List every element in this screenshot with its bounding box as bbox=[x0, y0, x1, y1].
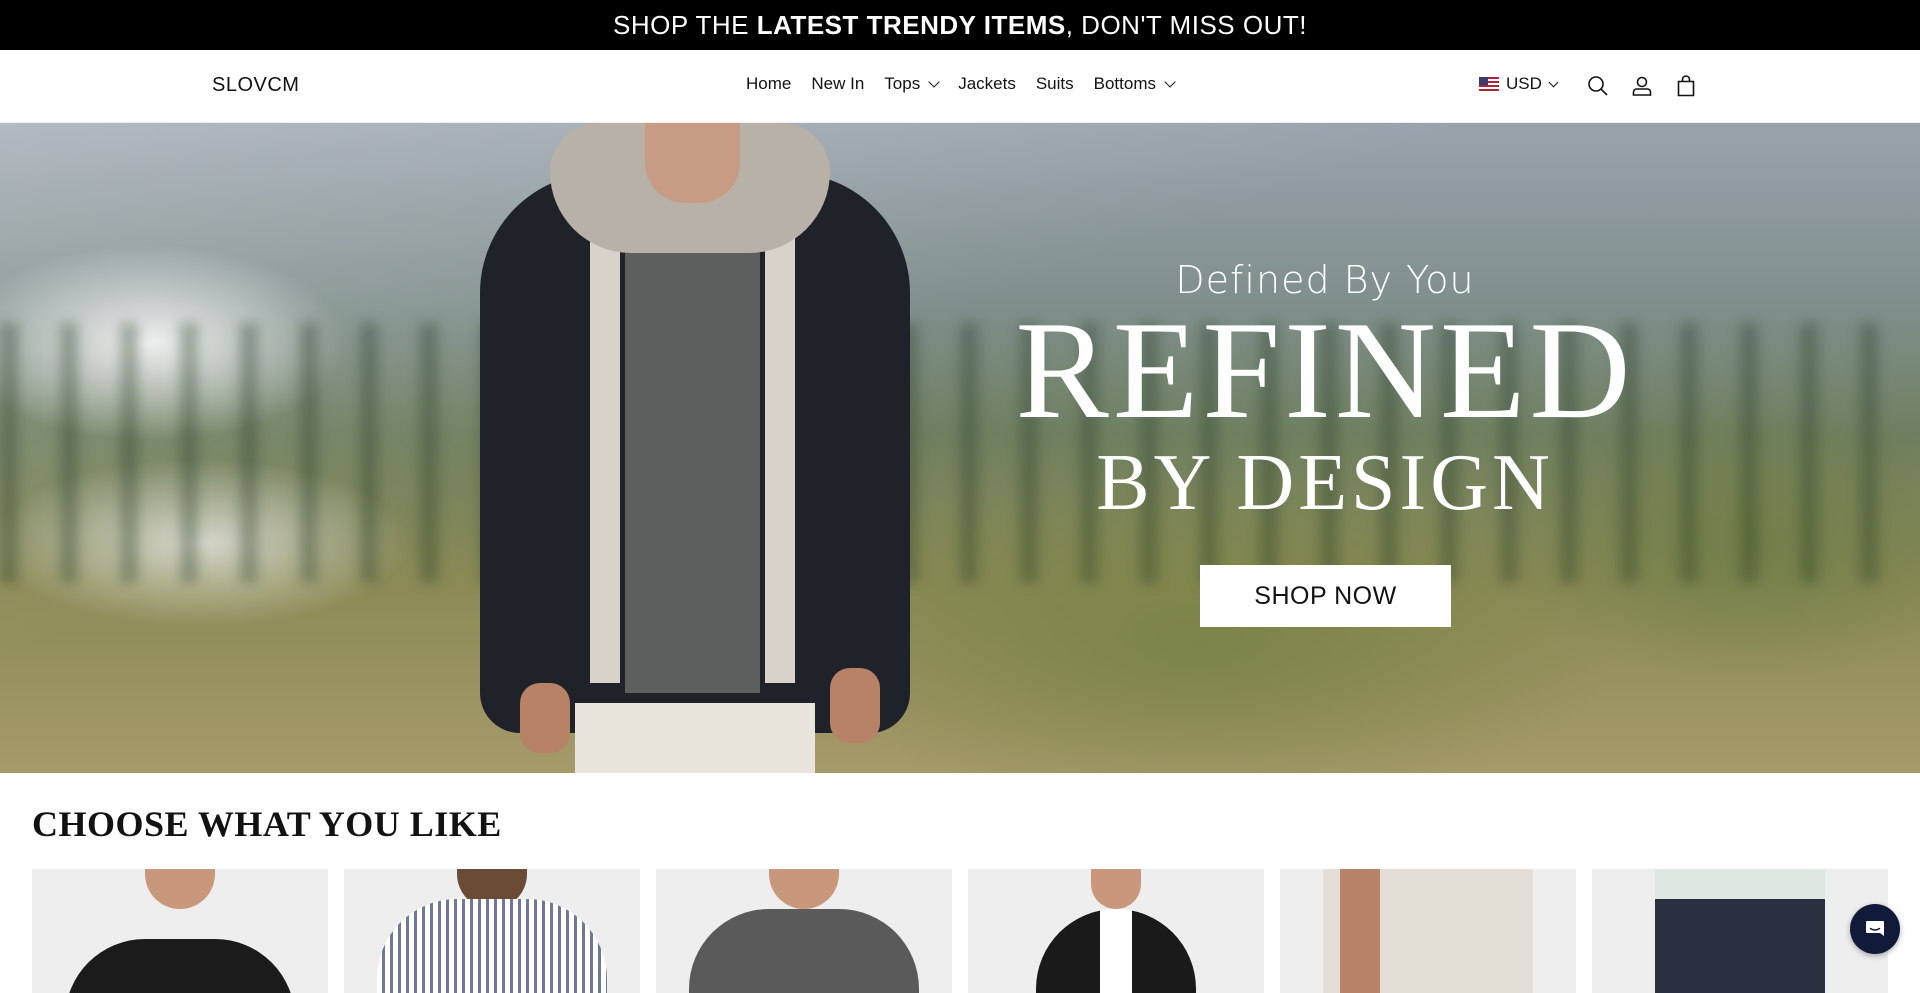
nav-item-label: Jackets bbox=[958, 74, 1016, 93]
model-hand-right bbox=[830, 668, 880, 743]
main-nav: Home New In Tops Jackets Suits Bottoms bbox=[746, 74, 1176, 94]
hero-title-secondary: BY DESIGN bbox=[1096, 439, 1554, 527]
card-garment-top bbox=[1655, 869, 1825, 899]
model-hand-left bbox=[520, 683, 570, 753]
category-card[interactable] bbox=[32, 869, 328, 993]
model-shirt bbox=[625, 193, 760, 693]
model-lapel-left bbox=[590, 213, 620, 683]
cart-icon bbox=[1677, 75, 1695, 97]
chat-icon bbox=[1866, 921, 1884, 936]
announcement-bar: SHOP THE LATEST TRENDY ITEMS , DON'T MIS… bbox=[0, 0, 1920, 50]
nav-item-jackets[interactable]: Jackets bbox=[958, 74, 1016, 94]
account-button[interactable] bbox=[1629, 73, 1655, 99]
card-model-head bbox=[145, 869, 215, 909]
card-garment bbox=[1655, 899, 1825, 993]
search-button[interactable] bbox=[1585, 73, 1611, 99]
announcement-text-before: SHOP THE bbox=[613, 9, 757, 40]
nav-item-suits[interactable]: Suits bbox=[1036, 74, 1074, 94]
shop-now-button[interactable]: SHOP NOW bbox=[1200, 565, 1451, 627]
card-model-head bbox=[1091, 869, 1141, 909]
currency-selector[interactable]: USD bbox=[1479, 74, 1559, 94]
nav-item-new-in[interactable]: New In bbox=[811, 74, 864, 94]
nav-item-label: Home bbox=[746, 74, 792, 93]
category-card[interactable] bbox=[656, 869, 952, 993]
hero-banner: Defined By You REFINED BY DESIGN SHOP NO… bbox=[0, 123, 1920, 773]
card-garment bbox=[377, 899, 607, 993]
chevron-down-icon bbox=[928, 76, 940, 88]
search-icon bbox=[1588, 76, 1608, 96]
cart-button[interactable] bbox=[1673, 73, 1699, 99]
category-card[interactable] bbox=[968, 869, 1264, 993]
model-trousers bbox=[575, 703, 815, 773]
model-neck bbox=[645, 123, 740, 203]
hero-title: REFINED bbox=[1015, 293, 1635, 448]
card-garment bbox=[1036, 909, 1196, 993]
announcement-text-bold: LATEST TRENDY ITEMS bbox=[756, 9, 1066, 40]
currency-label: USD bbox=[1506, 74, 1542, 93]
nav-item-label: New In bbox=[811, 74, 865, 93]
card-model-arm bbox=[1340, 869, 1380, 993]
announcement-text-after: , DON'T MISS OUT! bbox=[1065, 9, 1307, 40]
category-cards bbox=[32, 869, 1888, 993]
nav-item-label: Suits bbox=[1035, 74, 1074, 93]
hero-model-image bbox=[470, 123, 920, 773]
category-card[interactable] bbox=[1280, 869, 1576, 993]
nav-item-home[interactable]: Home bbox=[746, 74, 791, 94]
hero-text: Defined By You REFINED BY DESIGN SHOP NO… bbox=[1000, 123, 1650, 773]
chevron-down-icon bbox=[1548, 77, 1559, 87]
us-flag-icon bbox=[1479, 77, 1499, 91]
nav-item-label: Tops bbox=[884, 74, 921, 93]
site-logo[interactable]: SLOVCM bbox=[212, 74, 299, 97]
chat-button[interactable] bbox=[1850, 904, 1900, 954]
nav-item-tops[interactable]: Tops bbox=[884, 74, 940, 94]
category-card[interactable] bbox=[344, 869, 640, 993]
model-lapel-right bbox=[765, 213, 795, 683]
card-garment bbox=[689, 909, 919, 993]
account-icon bbox=[1632, 76, 1652, 96]
chevron-down-icon bbox=[1164, 76, 1176, 88]
category-card[interactable] bbox=[1592, 869, 1888, 993]
card-model-head bbox=[769, 869, 839, 909]
section-title: CHOOSE WHAT YOU LIKE bbox=[32, 804, 502, 844]
nav-item-label: Bottoms bbox=[1093, 74, 1156, 93]
nav-item-bottoms[interactable]: Bottoms bbox=[1093, 74, 1176, 94]
card-garment bbox=[65, 939, 295, 993]
